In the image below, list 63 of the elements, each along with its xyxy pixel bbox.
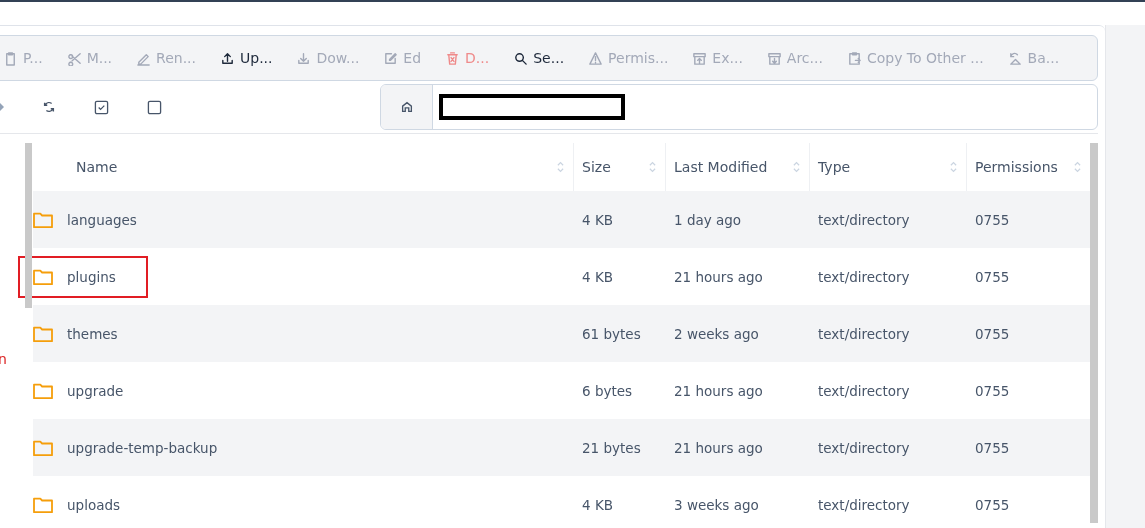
table-cell: 0755 xyxy=(975,496,1010,513)
folder-icon xyxy=(32,438,54,457)
edit-icon xyxy=(383,50,399,66)
scrollbar[interactable] xyxy=(1090,143,1098,523)
checkbox-icon[interactable] xyxy=(147,99,162,115)
file-name[interactable]: languages xyxy=(67,211,137,228)
table-cell: 21 hours ago xyxy=(674,268,763,285)
file-name[interactable]: themes xyxy=(67,325,118,342)
box-up-icon xyxy=(692,50,708,66)
table-cell: 4 KB xyxy=(582,211,613,228)
checked-box-icon[interactable] xyxy=(94,99,109,115)
table-cell: 4 KB xyxy=(582,496,613,513)
column-header[interactable]: Permissions xyxy=(967,143,1090,191)
sync-icon xyxy=(1007,50,1023,66)
file-name[interactable]: upgrade-temp-backup xyxy=(67,439,218,456)
trash-icon xyxy=(445,50,461,66)
table-cell: text/directory xyxy=(818,382,910,399)
table-cell: text/directory xyxy=(818,268,910,285)
folder-icon xyxy=(32,495,54,514)
upload-icon xyxy=(220,50,235,66)
folder-icon xyxy=(32,381,54,400)
table-cell: 1 day ago xyxy=(674,211,742,228)
download-icon xyxy=(296,50,312,66)
table-cell: 0755 xyxy=(975,439,1010,456)
table-cell: text/directory xyxy=(818,439,910,456)
table-cell: 21 hours ago xyxy=(674,382,763,399)
warning-icon xyxy=(588,50,604,66)
sort-icon[interactable] xyxy=(556,160,565,174)
table-cell: text/directory xyxy=(818,496,910,513)
sort-icon[interactable] xyxy=(792,160,801,174)
table-cell: 21 hours ago xyxy=(674,439,763,456)
refresh-icon[interactable] xyxy=(42,100,56,114)
table-cell: 0755 xyxy=(975,382,1010,399)
toolbar-button[interactable]: Se... xyxy=(505,50,573,66)
arrow-icon[interactable] xyxy=(0,103,4,111)
sidebar-text: n xyxy=(0,351,7,367)
table-cell: 21 bytes xyxy=(582,439,641,456)
sort-icon[interactable] xyxy=(1073,160,1082,174)
file-name[interactable]: upgrade xyxy=(67,382,124,399)
scrollbar[interactable] xyxy=(25,143,32,308)
sort-icon[interactable] xyxy=(648,160,657,174)
table-cell: 0755 xyxy=(975,268,1010,285)
table-cell: text/directory xyxy=(818,211,910,228)
folder-icon xyxy=(32,324,54,343)
table-cell: 61 bytes xyxy=(582,325,641,342)
folder-icon xyxy=(32,267,54,286)
scissors-icon xyxy=(66,50,82,66)
table-cell: 0755 xyxy=(975,211,1010,228)
table-cell: text/directory xyxy=(818,325,910,342)
sort-icon[interactable] xyxy=(949,160,958,174)
table-cell: 2 weeks ago xyxy=(674,325,759,342)
clipboard-arrow-icon xyxy=(846,50,862,66)
table-cell: 3 weeks ago xyxy=(674,496,759,513)
table-cell: 4 KB xyxy=(582,268,613,285)
search-icon xyxy=(513,50,529,66)
table-cell: 6 bytes xyxy=(582,382,633,399)
table-cell: 0755 xyxy=(975,325,1010,342)
folder-icon xyxy=(32,210,54,229)
file-name[interactable]: uploads xyxy=(67,496,120,513)
file-name[interactable]: plugins xyxy=(67,268,116,285)
clipboard-icon xyxy=(3,50,18,66)
toolbar-button[interactable]: Up... xyxy=(212,50,281,66)
box-down-icon xyxy=(766,50,782,66)
